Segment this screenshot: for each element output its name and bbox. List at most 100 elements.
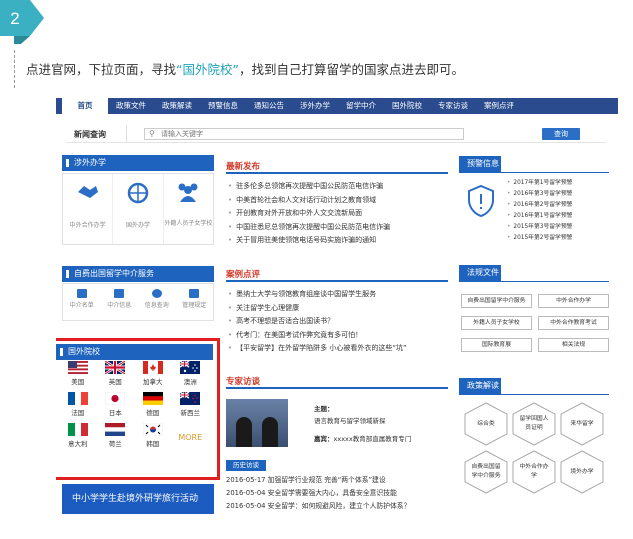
policy-hex[interactable]: 来华留学 [559,402,605,446]
warning-item[interactable]: 2017年第1号留学预警 [507,178,572,189]
section-rule [459,172,609,173]
warning-item[interactable]: 2016年第3号留学预警 [507,189,572,200]
warnings-header[interactable]: 预警信息 [459,156,501,172]
nav-item[interactable]: 涉外办学 [292,98,338,114]
nav-item[interactable]: 政策解读 [154,98,200,114]
flag-usa-icon [67,361,88,374]
country-canada[interactable]: 加拿大 [134,361,172,386]
warning-item[interactable]: 2015年第3号留学预警 [507,222,572,233]
nav-item[interactable]: 首页 [62,98,108,114]
interview-item[interactable]: 2016-05-17 加强留学行业规范 完善“两个体系”建设 [226,474,410,487]
country-australia[interactable]: 澳洲 [172,361,210,386]
case-item[interactable]: 墨纳士大学与领馆教育组座谈中国留学生服务 [228,288,407,302]
search-button[interactable]: 查询 [542,128,580,140]
nav-item[interactable]: 留学中介 [338,98,384,114]
case-item[interactable]: 【平安留学】在外留学陷阱多 小心被看外衣的这些“坑” [228,342,406,356]
warning-item[interactable]: 2016年第1号留学预警 [507,211,572,222]
nav-item[interactable]: 通知公告 [246,98,292,114]
law-button[interactable]: 外籍人员子女学校 [461,316,532,330]
more-countries-link[interactable]: MORE [172,423,210,453]
study-tour-banner[interactable]: 中小学学生赴境外研学旅行活动 [62,484,214,514]
agency-item[interactable]: 管理规定 [176,284,214,320]
warnings-list: 2017年第1号留学预警 2016年第3号留学预警 2016年第2号留学预警 2… [507,178,572,244]
foreign-school-item[interactable]: 外籍人员子女学校 [164,174,213,244]
policy-hex[interactable]: 境外办学 [559,450,605,494]
search-icon: ⚲ [149,129,155,138]
section-rule [459,281,609,282]
law-button[interactable]: 中外合作教育考试 [538,316,609,330]
nav-item[interactable]: 政策文件 [108,98,154,114]
flag-japan-icon [105,392,126,405]
policy-header[interactable]: 政策解读 [459,378,501,394]
expert-title[interactable]: 专家访谈 [226,375,260,387]
nav-item[interactable]: 专家访谈 [430,98,476,114]
case-item[interactable]: 关注留学生心理健康 [228,302,407,316]
cases-title[interactable]: 案例点评 [226,268,260,280]
country-uk[interactable]: 英国 [97,361,135,386]
policy-label: 来华留学 [570,420,594,427]
agency-header[interactable]: 自费出国留学中介服务 [62,266,214,282]
nav-item[interactable]: 案例点评 [476,98,522,114]
country-label: 加拿大 [143,378,163,386]
guest-label: 嘉宾： [314,435,334,443]
document-icon [189,289,200,298]
flag-korea-icon [142,423,163,436]
warning-item[interactable]: 2015年第2号留学预警 [507,233,572,244]
policy-hex[interactable]: 留学回国人员证明 [511,402,557,446]
law-button[interactable]: 国际教育展 [461,338,532,352]
country-japan[interactable]: 日本 [97,392,135,417]
dashed-divider [14,50,15,88]
flag-france-icon [67,392,88,405]
flag-australia-icon [180,361,201,374]
policy-hex[interactable]: 中外合作办学 [511,450,557,494]
latest-item[interactable]: 关于冒用驻美使领馆电话号码实施诈骗的通知 [228,234,390,248]
agency-item[interactable]: 中介名单 [63,284,101,320]
step-number: 2 [10,9,20,28]
agency-item[interactable]: 信息查询 [138,284,176,320]
nav-item[interactable]: 预警信息 [200,98,246,114]
country-usa[interactable]: 美国 [59,361,97,386]
latest-item[interactable]: 驻多伦多总领馆再次提醒中国公民防范电信诈骗 [228,180,390,194]
law-button[interactable]: 相关法规 [538,338,609,352]
interview-item[interactable]: 2016-05-04 安全留学：如何规避风险，建立个人防护体系？ [226,500,410,513]
foreign-school-header[interactable]: 涉外办学 [62,155,214,171]
country-netherlands[interactable]: 荷兰 [97,423,135,453]
country-korea[interactable]: 韩国 [134,423,172,453]
foreign-school-item[interactable]: 国外办学 [113,174,164,244]
foreign-school-item[interactable]: 中外合作办学 [63,174,114,244]
agency-item[interactable]: 中介信息 [101,284,139,320]
foreign-school-box: 中外合作办学 国外办学 外籍人员子女学校 [62,173,214,245]
country-grid: 美国 英国 加拿大 澳洲 法国 日本 德国 新西兰 意大利 荷兰 韩国 MORE [59,361,209,453]
section-rule [226,172,448,174]
warning-item[interactable]: 2016年第2号留学预警 [507,200,572,211]
case-item[interactable]: 高考不理想是否适合出国读书？ [228,315,407,329]
agency-item-label: 管理规定 [182,302,207,309]
policy-label: 留学回国人员证明 [519,416,549,431]
country-new-zealand[interactable]: 新西兰 [172,392,210,417]
history-interview-tag[interactable]: 历史访谈 [226,460,266,471]
latest-item[interactable]: 中国驻悉尼总领馆再次提醒中国公民防范电信诈骗 [228,221,390,235]
law-header[interactable]: 法规文件 [459,265,501,281]
foreign-school-item-label: 中外合作办学 [69,222,106,229]
law-button[interactable]: 中外合作办学 [538,294,609,308]
section-rule [226,387,448,389]
policy-hex[interactable]: 自费出国留学中介服务 [463,450,509,494]
foreign-school-item-label: 外籍人员子女学校 [164,220,213,227]
case-item[interactable]: 代考门：在美国考试作弊究竟有多可怕！ [228,329,407,343]
latest-item[interactable]: 中美首轮社会和人文对话行动计划之教育领域 [228,194,390,208]
globe-icon [127,182,149,204]
expert-interview-photo[interactable] [226,399,288,447]
country-germany[interactable]: 德国 [134,392,172,417]
country-label: 荷兰 [108,440,122,448]
nav-item[interactable]: 国外院校 [384,98,430,114]
latest-title[interactable]: 最新发布 [226,160,260,172]
interview-item[interactable]: 2016-05-04 安全留学需要强大内心，具备安全意识技能 [226,487,410,500]
law-button[interactable]: 自费出国留学中介服务 [461,294,532,308]
policy-hex[interactable]: 综合类 [463,402,509,446]
country-italy[interactable]: 意大利 [59,423,97,453]
country-france[interactable]: 法国 [59,392,97,417]
latest-item[interactable]: 开创教育对外开放和中外人文交流新局面 [228,207,390,221]
foreign-universities-header[interactable]: 国外院校 [56,344,213,360]
news-search-bar: 新闻查询 ⚲ 查询 [66,125,606,143]
search-input[interactable] [161,129,459,139]
